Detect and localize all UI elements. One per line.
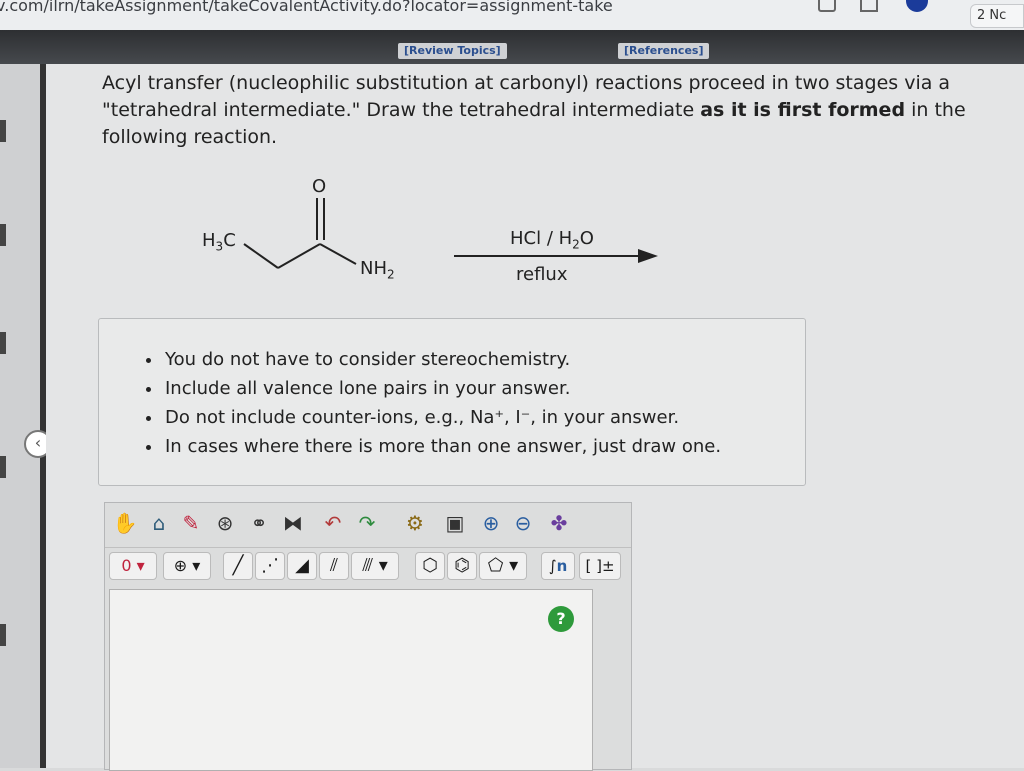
reaction-arrow-head bbox=[638, 249, 658, 263]
question-text: Acyl transfer (nucleophilic substitution… bbox=[102, 70, 982, 151]
panel-notch bbox=[0, 332, 6, 354]
instruction-item: Do not include counter-ions, e.g., Na⁺, … bbox=[163, 403, 805, 432]
pentagon-ring-selector[interactable]: ⬠ ▾ bbox=[479, 552, 527, 580]
benzene-ring-icon[interactable]: ⌬ bbox=[447, 552, 477, 580]
instructions-box: You do not have to consider stereochemis… bbox=[98, 318, 806, 486]
panel-notch bbox=[0, 456, 6, 478]
lasso-select-icon[interactable]: ⌂ bbox=[145, 509, 173, 537]
reagent-label: HCl / H2O bbox=[510, 228, 594, 252]
clean-structure-icon[interactable]: ⚙ bbox=[401, 509, 429, 537]
bond-ch3-ch2 bbox=[243, 243, 279, 269]
review-topics-link[interactable]: [Review Topics] bbox=[398, 43, 507, 59]
template-ring-icon[interactable]: ⊛ bbox=[211, 509, 239, 537]
question-emphasis: as it is first formed bbox=[700, 99, 906, 121]
instruction-item: You do not have to consider stereochemis… bbox=[163, 345, 805, 374]
tab-count-button[interactable]: 2 Nc bbox=[970, 4, 1024, 28]
zoom-out-icon[interactable]: ⊖ bbox=[509, 509, 537, 537]
hashed-bond-icon[interactable]: ⋰ bbox=[255, 552, 285, 580]
reaction-structure-svg bbox=[243, 198, 658, 269]
left-panel-edge bbox=[0, 64, 46, 768]
address-field[interactable]: v.com/ilrn/takeAssignment/takeCovalentAc… bbox=[0, 0, 613, 15]
charge-selector[interactable]: 0 ▾ bbox=[109, 552, 157, 580]
reaction-scheme: O H3C NH2 HCl / H2O reflux bbox=[190, 172, 670, 302]
bond-ch2-carbonyl bbox=[277, 243, 321, 269]
panel-notch bbox=[0, 224, 6, 246]
editor-toolbar-top: ✋ ⌂ ✎ ⊛ ⚭ ⧓ ↶ ↷ ⚙ ▣ ⊕ ⊖ ✤ bbox=[105, 503, 631, 543]
structure-editor: ✋ ⌂ ✎ ⊛ ⚭ ⧓ ↶ ↷ ⚙ ▣ ⊕ ⊖ ✤ 0 ▾ ⊕ ▾ ╱ ⋰ ◢ … bbox=[104, 502, 632, 771]
panel-notch bbox=[0, 624, 6, 646]
condition-label: reflux bbox=[516, 264, 568, 285]
single-bond-icon[interactable]: ╱ bbox=[223, 552, 253, 580]
stereo-icon[interactable]: ⧓ bbox=[279, 509, 307, 537]
instruction-item: In cases where there is more than one an… bbox=[163, 432, 805, 461]
double-bond-icon[interactable]: ⫽ bbox=[319, 552, 349, 580]
chain-tool-icon[interactable]: ∫n bbox=[541, 552, 575, 580]
oxygen-label: O bbox=[312, 176, 327, 197]
zoom-in-icon[interactable]: ⊕ bbox=[477, 509, 505, 537]
hand-move-icon[interactable]: ✋ bbox=[111, 509, 139, 537]
panel-notch bbox=[0, 120, 6, 142]
profile-icon[interactable] bbox=[906, 0, 928, 12]
browser-url-bar: v.com/ilrn/takeAssignment/takeCovalentAc… bbox=[0, 0, 1024, 31]
instruction-item: Include all valence lone pairs in your a… bbox=[163, 374, 805, 403]
electron-selector[interactable]: ⊕ ▾ bbox=[163, 552, 211, 580]
bond-carbonyl-nitrogen bbox=[319, 243, 357, 265]
color-picker-icon[interactable]: ✤ bbox=[545, 509, 573, 537]
editor-toolbar-bottom: 0 ▾ ⊕ ▾ ╱ ⋰ ◢ ⫽ ⫻ ▾ ⬡ ⌬ ⬠ ▾ ∫n [ ]± bbox=[105, 547, 631, 584]
references-link[interactable]: [References] bbox=[618, 43, 710, 59]
redo-icon[interactable]: ↷ bbox=[353, 509, 381, 537]
help-button[interactable]: ? bbox=[548, 606, 574, 632]
undo-icon[interactable]: ↶ bbox=[319, 509, 347, 537]
methyl-label: H3C bbox=[202, 230, 236, 254]
drawing-canvas[interactable] bbox=[109, 589, 593, 771]
bookmark-icon[interactable] bbox=[860, 0, 878, 12]
copy-icon[interactable]: ▣ bbox=[441, 509, 469, 537]
hexagon-ring-icon[interactable]: ⬡ bbox=[415, 552, 445, 580]
reader-view-icon[interactable] bbox=[818, 0, 836, 12]
instructions-list: You do not have to consider stereochemis… bbox=[99, 345, 805, 461]
amine-label: NH2 bbox=[360, 258, 395, 282]
atom-map-icon[interactable]: ⚭ bbox=[245, 509, 273, 537]
bracket-charge-icon[interactable]: [ ]± bbox=[579, 552, 621, 580]
triple-bond-selector[interactable]: ⫻ ▾ bbox=[351, 552, 399, 580]
eraser-icon[interactable]: ✎ bbox=[177, 509, 205, 537]
assignment-header-bar: [Review Topics] [References] bbox=[0, 30, 1024, 64]
wedge-bond-icon[interactable]: ◢ bbox=[287, 552, 317, 580]
